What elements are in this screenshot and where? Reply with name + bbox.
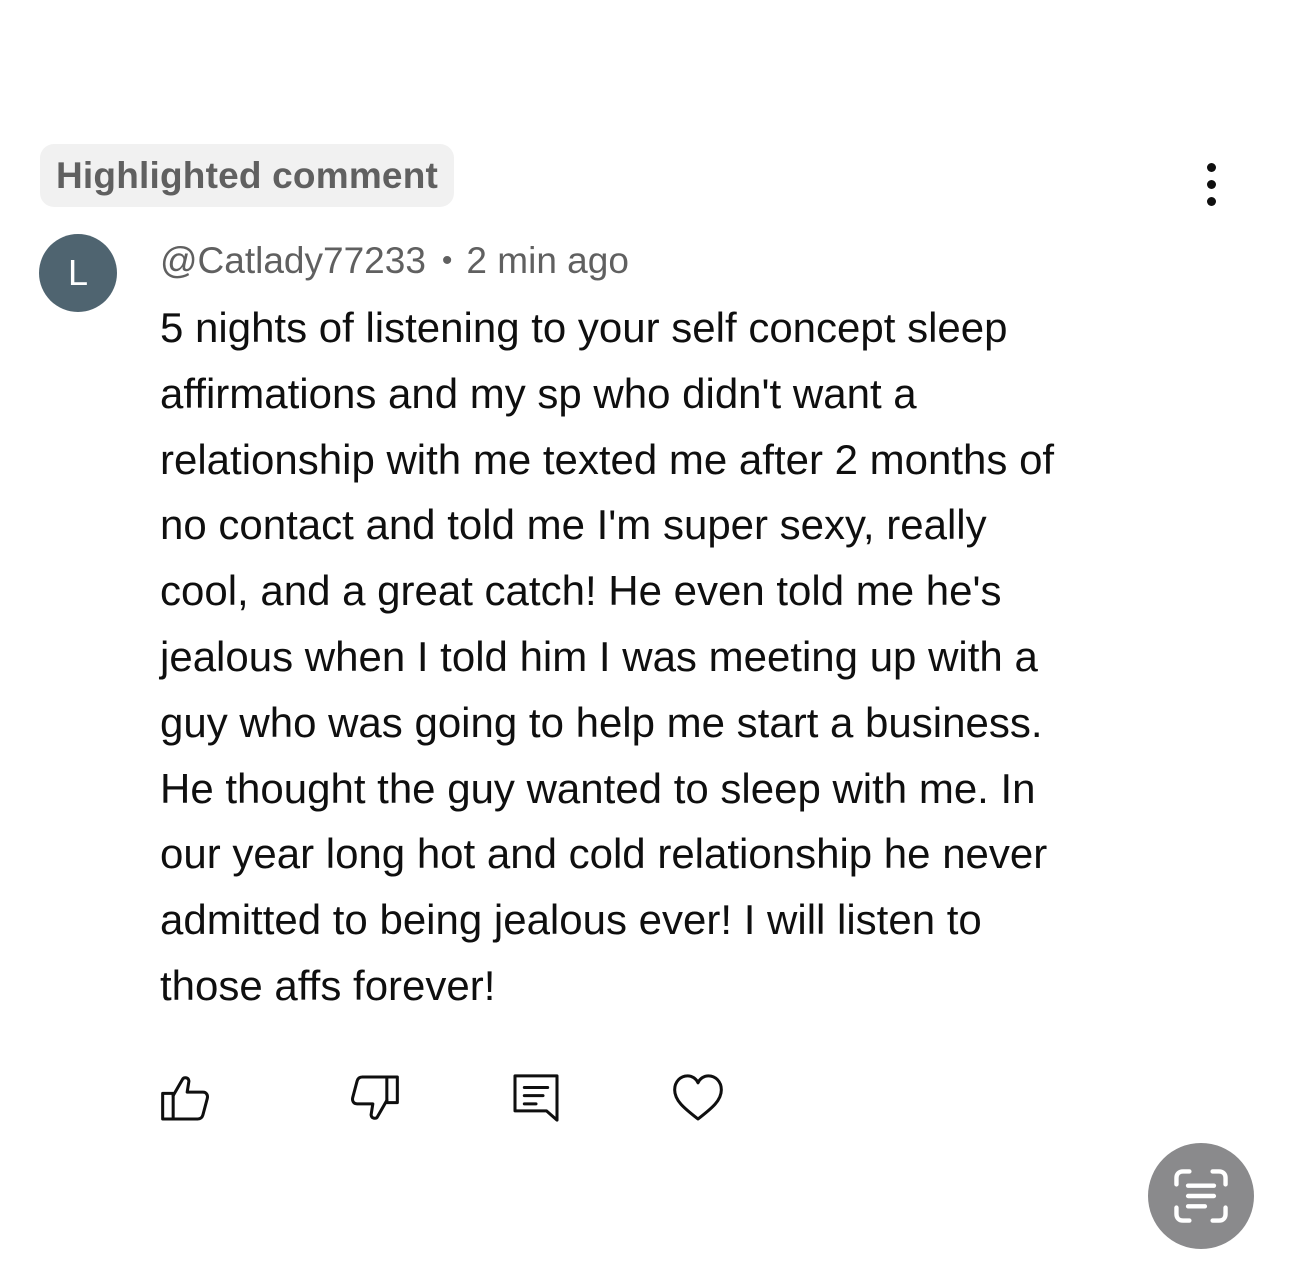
comment-line: no contact and told me I'm super sexy, r…: [160, 501, 987, 549]
live-text-scan-icon: [1174, 1169, 1228, 1223]
comment-line: affirmations and my sp who didn't want a: [160, 369, 917, 417]
thumbs-up-icon: [161, 1076, 209, 1121]
comment-line: He thought the guy wanted to sleep with …: [160, 764, 1036, 812]
author-handle[interactable]: @Catlady77233: [160, 240, 426, 282]
comment-line: cool, and a great catch! He even told me…: [160, 567, 1002, 615]
like-button[interactable]: [156, 1068, 216, 1128]
avatar-initial: L: [67, 252, 89, 293]
comment-line: guy who was going to help me start a bus…: [160, 698, 1043, 746]
comment-line: relationship with me texted me after 2 m…: [160, 435, 1055, 483]
comment-line: those affs forever!: [160, 961, 496, 1009]
heart-icon: [673, 1074, 723, 1121]
comment-body: 5 nights of listening to your self conce…: [160, 295, 1240, 1019]
thumbs-down-icon: [351, 1075, 399, 1120]
comment-timestamp[interactable]: 2 min ago: [466, 240, 629, 282]
comment-line: admitted to being jealous ever! I will l…: [160, 896, 982, 944]
meta-separator: •: [441, 244, 453, 277]
more-options-icon: [1206, 162, 1216, 172]
more-options-dot: [1206, 196, 1216, 206]
live-text-button[interactable]: [1148, 1143, 1254, 1249]
comment-line: 5 nights of listening to your self conce…: [160, 304, 1008, 351]
comment-line: jealous when I told him I was meeting up…: [160, 632, 1038, 680]
heart-button[interactable]: [668, 1068, 728, 1128]
reply-button[interactable]: [506, 1068, 566, 1128]
dislike-button[interactable]: [344, 1068, 404, 1128]
avatar[interactable]: L: [39, 234, 117, 312]
comment-line: our year long hot and cold relationship …: [160, 830, 1048, 878]
more-options-button[interactable]: [1186, 156, 1236, 212]
highlighted-comment-badge: Highlighted comment: [40, 144, 455, 207]
comment-icon: [513, 1074, 559, 1122]
comment-meta: @Catlady77233 • 2 min ago: [160, 239, 629, 283]
more-options-dot: [1206, 179, 1216, 189]
